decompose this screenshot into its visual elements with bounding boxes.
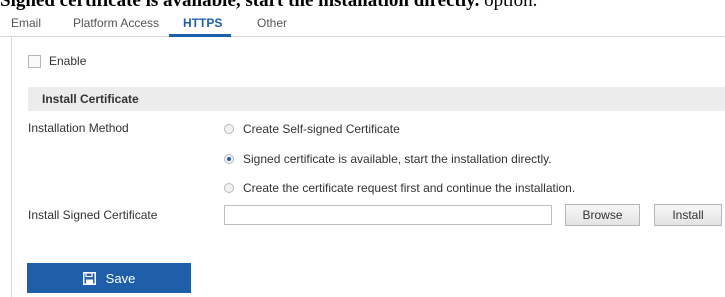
radio-signed-available[interactable] — [224, 154, 234, 164]
certificate-path-input[interactable] — [224, 205, 552, 225]
install-certificate-section-header: Install Certificate — [28, 87, 725, 111]
tab-https[interactable]: HTTPS — [183, 10, 222, 36]
install-button[interactable]: Install — [654, 204, 722, 226]
floppy-disk-icon — [82, 271, 96, 285]
https-settings-panel: Enable Install Certificate Installation … — [11, 37, 725, 297]
tab-other[interactable]: Other — [257, 10, 287, 36]
installation-method-label: Installation Method — [28, 121, 129, 135]
tab-email[interactable]: Email — [11, 10, 41, 36]
tab-platform-access[interactable]: Platform Access — [73, 10, 159, 36]
option-signed-available[interactable]: Signed certificate is available, start t… — [224, 151, 552, 167]
enable-row: Enable — [28, 53, 86, 69]
option-request-first-label: Create the certificate request first and… — [243, 181, 576, 195]
option-self-signed[interactable]: Create Self-signed Certificate — [224, 121, 400, 137]
section-title: Install Certificate — [42, 92, 139, 106]
install-signed-certificate-label: Install Signed Certificate — [28, 208, 158, 222]
tab-bar: Email Platform Access HTTPS Other — [0, 10, 725, 37]
enable-label: Enable — [49, 54, 87, 68]
save-button-label: Save — [105, 270, 136, 286]
option-request-first[interactable]: Create the certificate request first and… — [224, 180, 575, 196]
option-self-signed-label: Create Self-signed Certificate — [243, 122, 400, 136]
radio-request-first[interactable] — [224, 183, 234, 193]
option-signed-available-label: Signed certificate is available, start t… — [243, 152, 552, 166]
enable-checkbox[interactable] — [28, 54, 41, 68]
save-button[interactable]: Save — [27, 263, 191, 293]
browse-button[interactable]: Browse — [565, 204, 640, 226]
radio-self-signed[interactable] — [224, 124, 234, 134]
